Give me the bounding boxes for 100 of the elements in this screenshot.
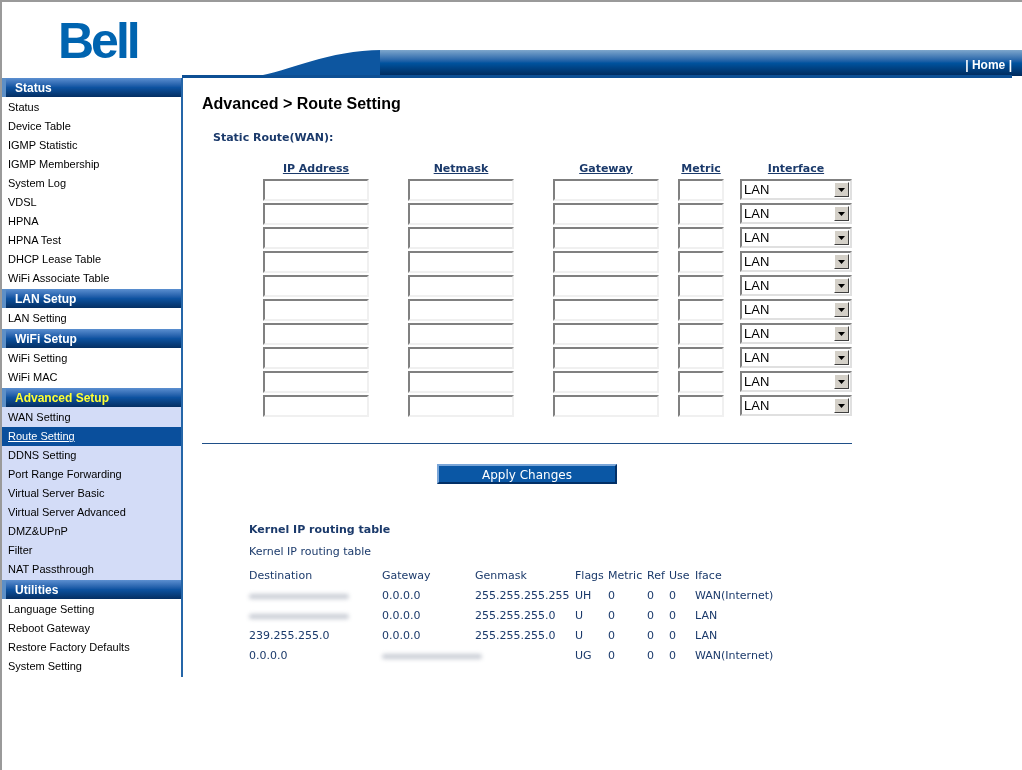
table-cell: U: [575, 609, 584, 623]
table-cell: 0: [669, 629, 676, 643]
input-field[interactable]: [408, 274, 514, 297]
input-field[interactable]: [408, 226, 514, 249]
interface-dropdown[interactable]: LAN: [740, 299, 852, 320]
input-field[interactable]: [553, 298, 659, 321]
interface-dropdown[interactable]: LAN: [740, 251, 852, 272]
table-cell: 0.0.0.0: [382, 609, 421, 623]
sidebar-item[interactable]: HPNA: [2, 212, 181, 231]
table-cell: UG: [575, 649, 592, 663]
sidebar-item[interactable]: WiFi Associate Table: [2, 269, 181, 288]
bell-logo: Bell: [58, 16, 138, 66]
table-cell: 0: [647, 609, 654, 623]
input-field[interactable]: [678, 226, 724, 249]
input-field[interactable]: [553, 394, 659, 417]
sidebar-section-header[interactable]: Status: [2, 78, 181, 97]
input-field[interactable]: [678, 274, 724, 297]
table-cell: 255.255.255.0: [475, 609, 556, 623]
input-field[interactable]: [408, 346, 514, 369]
input-field[interactable]: [263, 202, 369, 225]
input-field[interactable]: [263, 370, 369, 393]
interface-dropdown[interactable]: LAN: [740, 227, 852, 248]
input-field[interactable]: [553, 370, 659, 393]
column-header: Gateway: [382, 568, 432, 585]
interface-dropdown[interactable]: LAN: [740, 371, 852, 392]
input-field[interactable]: [263, 346, 369, 369]
interface-dropdown[interactable]: LAN: [740, 323, 852, 344]
sidebar-item[interactable]: Restore Factory Defaults: [2, 638, 181, 657]
sidebar-item[interactable]: Port Range Forwarding: [2, 465, 181, 484]
sidebar-item[interactable]: WAN Setting: [2, 408, 181, 427]
table-cell: 0: [669, 609, 676, 623]
interface-dropdown[interactable]: LAN: [740, 203, 852, 224]
sidebar-section-header[interactable]: LAN Setup: [2, 289, 181, 308]
input-field[interactable]: [553, 250, 659, 273]
sidebar-item[interactable]: Reboot Gateway: [2, 619, 181, 638]
input-field[interactable]: [263, 322, 369, 345]
input-field[interactable]: [263, 394, 369, 417]
sidebar-item[interactable]: System Log: [2, 174, 181, 193]
input-field[interactable]: [678, 346, 724, 369]
table-caption: Kernel IP routing table: [249, 544, 373, 560]
input-field[interactable]: [263, 226, 369, 249]
input-field[interactable]: [678, 370, 724, 393]
input-field[interactable]: [553, 346, 659, 369]
sidebar-item[interactable]: Language Setting: [2, 600, 181, 619]
sidebar-item[interactable]: Filter: [2, 541, 181, 560]
sidebar-item[interactable]: WiFi MAC: [2, 368, 181, 387]
home-link[interactable]: | Home |: [965, 56, 1012, 74]
input-field[interactable]: [408, 322, 514, 345]
input-field[interactable]: [553, 226, 659, 249]
sidebar-item[interactable]: Device Table: [2, 117, 181, 136]
sidebar-section-header[interactable]: Advanced Setup: [2, 388, 181, 407]
input-field[interactable]: [678, 178, 724, 201]
interface-dropdown[interactable]: LAN: [740, 395, 852, 416]
input-field[interactable]: [408, 202, 514, 225]
input-field[interactable]: [408, 370, 514, 393]
sidebar-item[interactable]: Virtual Server Basic: [2, 484, 181, 503]
input-field[interactable]: [263, 298, 369, 321]
input-field[interactable]: [678, 202, 724, 225]
sidebar-item[interactable]: WiFi Setting: [2, 349, 181, 368]
sidebar-item[interactable]: HPNA Test: [2, 231, 181, 250]
input-field[interactable]: [263, 250, 369, 273]
page-title: Advanced > Route Setting: [202, 94, 402, 114]
input-field[interactable]: [678, 298, 724, 321]
sidebar-item[interactable]: System Setting: [2, 657, 181, 676]
input-field[interactable]: [263, 274, 369, 297]
sidebar-item[interactable]: LAN Setting: [2, 309, 181, 328]
sidebar-item[interactable]: VDSL: [2, 193, 181, 212]
table-cell: 0: [669, 589, 676, 603]
input-field[interactable]: [553, 322, 659, 345]
sidebar-item[interactable]: Status: [2, 98, 181, 117]
sidebar-section-header[interactable]: Utilities: [2, 580, 181, 599]
column-header: Metric: [608, 568, 644, 585]
interface-dropdown[interactable]: LAN: [740, 275, 852, 296]
table-cell: 0.0.0.0: [249, 649, 288, 663]
table-cell: U: [575, 629, 584, 643]
input-field[interactable]: [678, 250, 724, 273]
input-field[interactable]: [553, 202, 659, 225]
sidebar-item[interactable]: NAT Passthrough: [2, 560, 181, 579]
input-field[interactable]: [408, 394, 514, 417]
input-field[interactable]: [678, 322, 724, 345]
input-field[interactable]: [408, 178, 514, 201]
input-field[interactable]: [408, 298, 514, 321]
table-cell: LAN: [695, 629, 718, 643]
interface-dropdown[interactable]: LAN: [740, 347, 852, 368]
input-field[interactable]: [553, 274, 659, 297]
sidebar-item[interactable]: Virtual Server Advanced: [2, 503, 181, 522]
sidebar-item[interactable]: IGMP Statistic: [2, 136, 181, 155]
input-field[interactable]: [678, 394, 724, 417]
interface-dropdown[interactable]: LAN: [740, 179, 852, 200]
sidebar-section-header[interactable]: WiFi Setup: [2, 329, 181, 348]
input-field[interactable]: [408, 250, 514, 273]
sidebar-item[interactable]: DHCP Lease Table: [2, 250, 181, 269]
sidebar-item[interactable]: DMZ&UPnP: [2, 522, 181, 541]
sidebar-item[interactable]: IGMP Membership: [2, 155, 181, 174]
apply-changes-button[interactable]: Apply Changes: [437, 463, 617, 484]
sidebar-item[interactable]: Route Setting: [2, 427, 181, 446]
input-field[interactable]: [263, 178, 369, 201]
column-header: Destination: [249, 568, 314, 585]
sidebar-item[interactable]: DDNS Setting: [2, 446, 181, 465]
input-field[interactable]: [553, 178, 659, 201]
